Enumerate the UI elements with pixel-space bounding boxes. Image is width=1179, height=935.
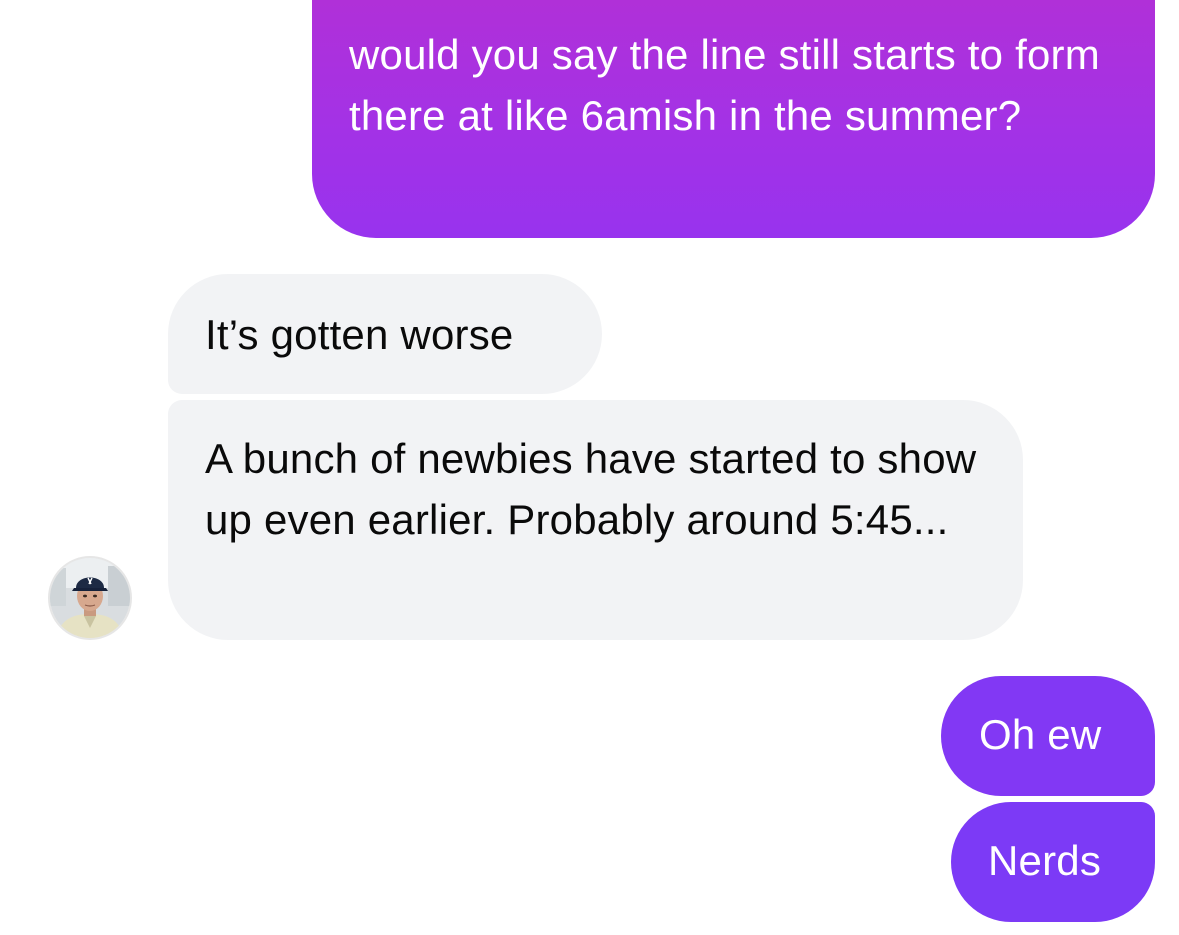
user-avatar-photo-icon xyxy=(50,558,130,638)
sent-message-bubble[interactable]: Nerds xyxy=(951,802,1155,922)
received-message-bubble[interactable]: It’s gotten worse xyxy=(168,274,602,394)
sent-message-bubble[interactable]: would you say the line still starts to f… xyxy=(312,0,1155,238)
contact-avatar[interactable] xyxy=(48,556,132,640)
sent-message-bubble[interactable]: Oh ew xyxy=(941,676,1155,796)
received-message-bubble[interactable]: A bunch of newbies have started to show … xyxy=(168,400,1023,640)
